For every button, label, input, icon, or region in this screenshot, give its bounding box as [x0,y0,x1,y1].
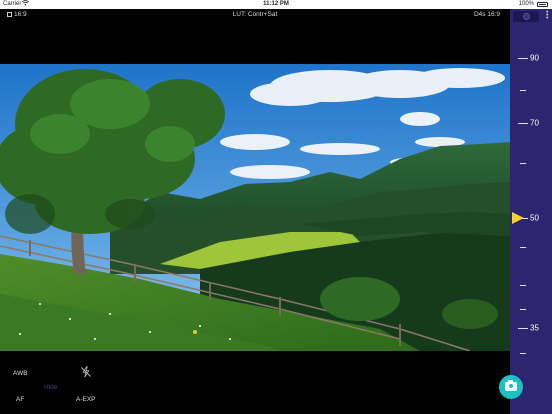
ruler-label-70: 70 [530,118,539,128]
ruler-label-35: 35 [530,323,539,333]
camera-preview[interactable] [0,64,510,351]
status-time: 11:12 PM [263,1,289,7]
menu-dots-icon[interactable]: • • • [546,9,549,22]
ruler-label-90: 90 [530,53,539,63]
ruler-tick [518,58,528,59]
landscape-photo [0,64,510,351]
auto-exposure-button[interactable]: A-EXP [76,396,96,403]
focal-length-ruler[interactable]: • • • 90 70 50 35 [510,9,552,414]
ruler-tick [518,328,528,329]
battery-icon [537,2,548,7]
ruler-tick [520,90,526,91]
af-button[interactable]: AF [16,396,24,403]
ruler-tick [520,247,526,248]
lens-button[interactable] [513,11,539,22]
awb-button[interactable]: AWB [13,370,28,377]
info-bar: 16:9 LUT: Contr+Sat D4s 16:9 [0,9,510,20]
ruler-tick [520,285,526,286]
ruler-tick [520,353,526,354]
lens-icon [523,13,530,20]
focal-length-pointer[interactable] [512,212,524,224]
ruler-tick [520,163,526,164]
ruler-tick [518,123,528,124]
shutter-button[interactable] [499,375,523,399]
sensor-aspect-label[interactable]: D4s 16:9 [474,9,500,20]
ruler-tick [520,309,526,310]
lut-label[interactable]: LUT: Contr+Sat [0,9,510,20]
battery-percentage: 100% [518,1,534,7]
hide-button[interactable]: Hide [44,384,57,391]
camera-icon [505,380,517,391]
status-bar: Carrier 11:12 PM 100% [0,0,552,9]
flash-off-icon[interactable] [80,366,92,378]
ruler-label-50: 50 [530,213,539,223]
bottom-controls: AWB Hide AF A-EXP [0,351,510,414]
